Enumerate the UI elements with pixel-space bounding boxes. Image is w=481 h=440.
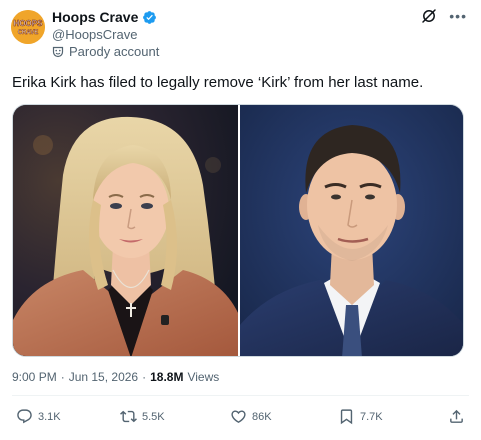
meta-separator-2: · xyxy=(142,370,147,384)
like-count: 86K xyxy=(252,410,272,423)
repost-count: 5.5K xyxy=(142,410,165,423)
avatar-text-bottom: CRAVE xyxy=(18,30,39,36)
tweet-media[interactable] xyxy=(12,104,464,357)
top-actions: ••• xyxy=(421,8,467,24)
tweet-card[interactable]: HOOPS CRAVE Hoops Crave @HoopsCrave Paro… xyxy=(0,0,481,440)
parody-label-text: Parody account xyxy=(69,44,160,59)
meta-separator: · xyxy=(60,370,65,384)
tweet-time[interactable]: 9:00 PM xyxy=(12,370,57,384)
reply-count: 3.1K xyxy=(38,410,61,423)
views-label: Views xyxy=(187,370,220,384)
repost-button[interactable]: 5.5K xyxy=(120,408,165,425)
reply-button[interactable]: 3.1K xyxy=(16,408,61,425)
action-bar: 3.1K 5.5K 86K 7.7K xyxy=(16,408,466,428)
repost-icon xyxy=(120,410,137,423)
more-icon[interactable]: ••• xyxy=(449,8,467,24)
tweet-meta: 9:00 PM · Jun 15, 2026 · 18.8M Views xyxy=(12,370,219,384)
views-count: 18.8M xyxy=(150,370,184,384)
author-display-name[interactable]: Hoops Crave xyxy=(52,9,138,25)
avatar-text-top: HOOPS xyxy=(14,19,44,28)
share-button[interactable] xyxy=(448,408,465,425)
grok-icon[interactable] xyxy=(421,8,437,24)
author-handle[interactable]: @HoopsCrave xyxy=(52,27,137,42)
parody-label: Parody account xyxy=(52,44,159,59)
reply-icon xyxy=(17,409,32,424)
heart-icon xyxy=(231,410,246,423)
like-button[interactable]: 86K xyxy=(230,408,272,425)
avatar[interactable]: HOOPS CRAVE xyxy=(11,10,45,44)
share-icon xyxy=(450,409,463,423)
photo-man-illustration xyxy=(240,105,463,356)
verified-badge-icon xyxy=(142,10,157,25)
bookmark-count: 7.7K xyxy=(360,410,383,423)
media-photo-right[interactable] xyxy=(238,105,463,356)
tweet-text: Erika Kirk has filed to legally remove ‘… xyxy=(12,74,424,91)
parody-mask-icon xyxy=(52,46,64,58)
bookmark-button[interactable]: 7.7K xyxy=(338,408,383,425)
hoops-crave-logo: HOOPS CRAVE xyxy=(11,10,45,44)
divider xyxy=(12,395,469,396)
photo-woman-illustration xyxy=(13,105,238,356)
author-name-row[interactable]: Hoops Crave xyxy=(52,9,157,25)
media-photo-left[interactable] xyxy=(13,105,238,356)
bookmark-icon xyxy=(340,409,353,425)
tweet-date[interactable]: Jun 15, 2026 xyxy=(69,370,138,384)
